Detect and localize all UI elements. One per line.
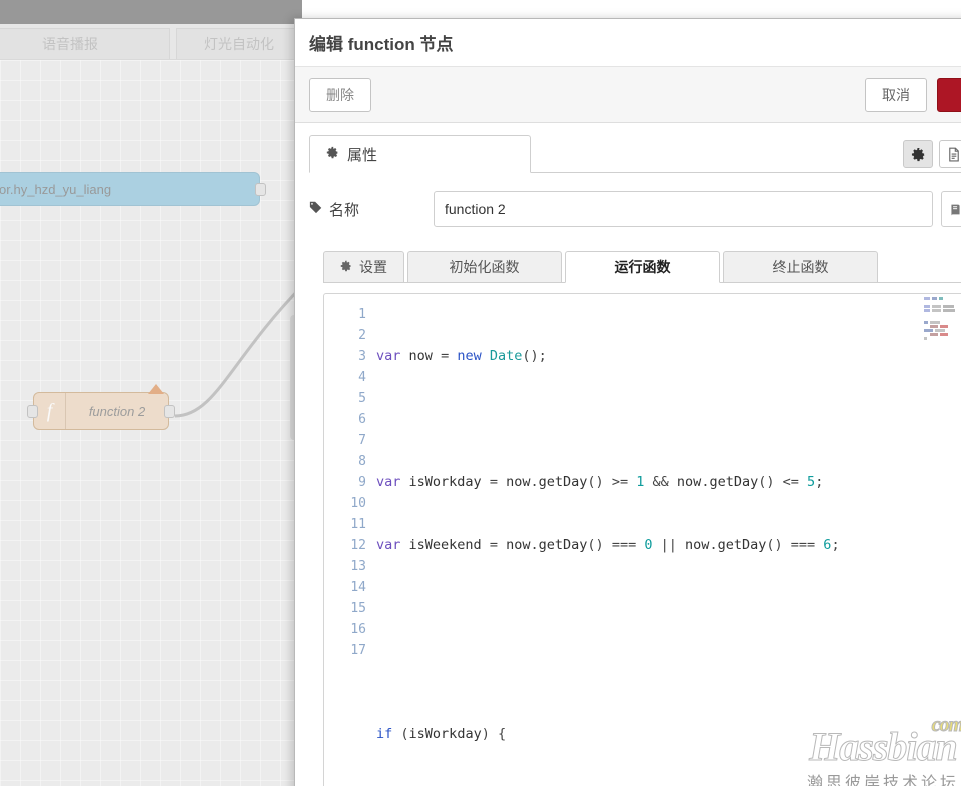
tab-properties[interactable]: 属性 [309,135,531,173]
sensor-node-label: urrent_state: sensor.hy_hzd_yu_liang [0,181,112,197]
subtab-label: 设置 [359,259,387,275]
line-number: 10 [350,496,366,511]
name-field-row: 名称 [309,191,961,227]
code-line-3: var isWorkday = now.getDay() >= 1 && now… [376,474,824,490]
node-output-port[interactable] [164,405,175,418]
function-icon: f [34,393,66,429]
line-number: 12 [350,538,366,553]
name-label-text: 名称 [329,201,360,219]
function-subtabs: 设置 初始化函数 运行函数 终止函数 [323,249,961,283]
gear-icon[interactable] [903,140,933,168]
delete-button[interactable]: 删除 [309,77,371,112]
node-red-header [0,0,302,24]
edit-function-dialog: 编辑 function 节点 删除 取消 完成 属性 [294,18,961,786]
done-button[interactable]: 完成 [937,77,961,112]
code-line-7: if (isWorkday) { [376,726,507,742]
subtab-setup[interactable]: 设置 [323,251,404,283]
subtab-on-message[interactable]: 运行函数 [565,251,720,283]
line-number: 6 [358,412,366,427]
flow-canvas[interactable]: urrent_state: sensor.hy_hzd_yu_liang f f… [0,60,302,786]
code-editor[interactable]: 1 2 3 4 5 6 7 8 9 10 11 12 13 14 15 16 1 [323,293,961,786]
node-red-workspace: 语音播报 灯光自动化 urrent_state: sensor.hy_hzd_y… [0,0,302,786]
subtab-label: 运行函数 [614,259,671,275]
screen: 语音播报 灯光自动化 urrent_state: sensor.hy_hzd_y… [0,0,961,786]
line-number: 9 [358,475,366,490]
dialog-tab-icons [903,140,961,168]
gear-icon [326,146,339,163]
editor-minimap[interactable] [924,296,961,344]
line-number: 15 [350,601,366,616]
flow-tab-bar: 语音播报 灯光自动化 [0,24,302,60]
code-line-1: var now = new Date(); [376,348,547,364]
line-number: 4 [358,370,366,385]
node-changed-indicator [148,384,164,394]
flow-tab-label: 语音播报 [42,36,98,52]
name-label: 名称 [309,199,434,220]
description-icon[interactable] [939,140,961,168]
dialog-body: 属性 名称 function 2 设置 初始化函数 运行函数 终止函数 1 2 … [295,129,961,786]
line-number: 3 [358,349,366,364]
cancel-button[interactable]: 取消 [865,77,927,112]
flow-tab-voice[interactable]: 语音播报 [0,28,170,59]
subtab-on-stop[interactable]: 终止函数 [723,251,878,283]
subtab-label: 初始化函数 [449,259,520,275]
sensor-node[interactable]: urrent_state: sensor.hy_hzd_yu_liang [0,172,266,206]
dialog-title: 编辑 function 节点 [295,19,961,67]
name-input[interactable] [434,191,933,227]
tag-icon [309,200,323,218]
line-number: 17 [350,643,366,658]
editor-gutter: 1 2 3 4 5 6 7 8 9 10 11 12 13 14 15 16 1 [324,304,366,661]
flow-tab-label: 灯光自动化 [204,36,274,52]
line-number: 13 [350,559,366,574]
line-number: 1 [358,307,366,322]
subtab-on-start[interactable]: 初始化函数 [407,251,562,283]
node-input-port[interactable] [27,405,38,418]
line-number: 5 [358,391,366,406]
code-line-4: var isWeekend = now.getDay() === 0 || no… [376,537,840,553]
book-icon[interactable] [941,191,961,227]
line-number: 8 [358,454,366,469]
line-number: 11 [350,517,366,532]
function-node-label: function 2 [88,403,146,419]
editor-code[interactable]: var now = new Date(); var isWorkday = no… [376,304,961,786]
dialog-tab-row: 属性 [309,129,961,173]
flow-tab-lighting[interactable]: 灯光自动化 [176,28,302,59]
line-number: 2 [358,328,366,343]
dialog-toolbar: 删除 取消 完成 [295,67,961,123]
node-output-port[interactable] [255,183,266,196]
line-number: 14 [350,580,366,595]
tab-properties-label: 属性 [347,146,378,164]
gear-icon [340,259,352,275]
line-number: 16 [350,622,366,637]
line-number: 7 [358,433,366,448]
subtab-label: 终止函数 [772,259,829,275]
function-node[interactable]: f function 2 [27,384,175,430]
